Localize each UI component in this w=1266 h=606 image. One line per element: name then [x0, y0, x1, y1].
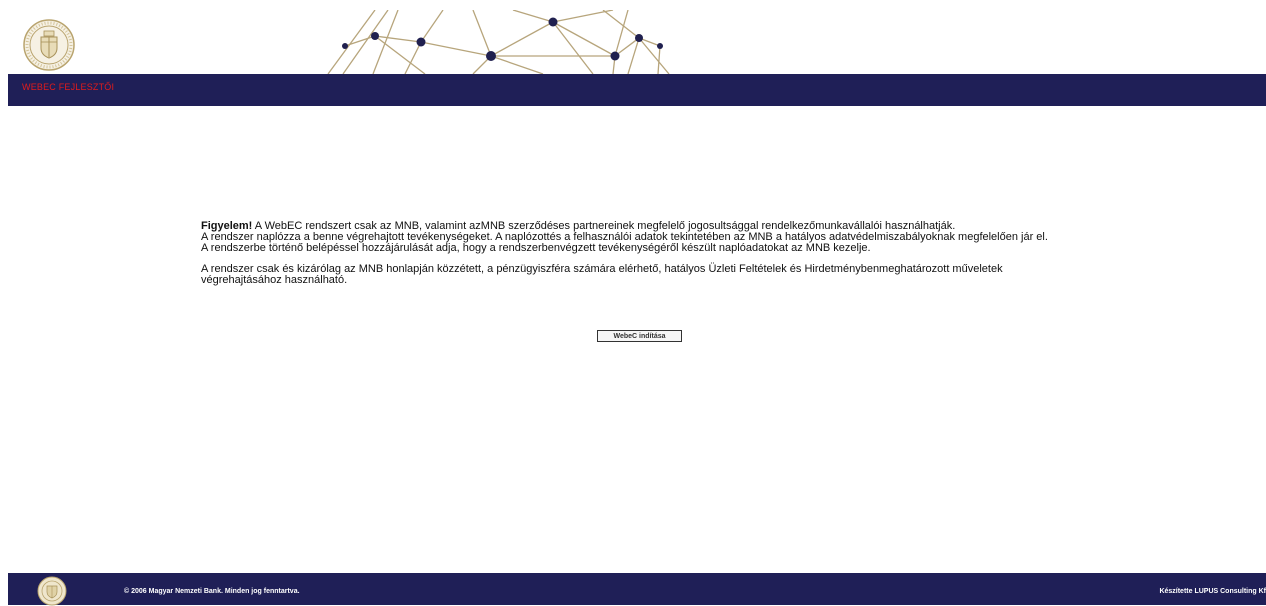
webec-launch-button[interactable]: WebeC indítása — [597, 330, 682, 342]
network-graph-icon — [327, 10, 670, 74]
footer: © 2006 Magyar Nemzeti Bank. Minden jog f… — [8, 573, 1266, 606]
notice-text: Figyelem! A WebEC rendszert csak az MNB,… — [201, 221, 1061, 286]
mnb-seal-icon — [37, 576, 67, 606]
nav-bar: WEBEC FEJLESZTŐI — [8, 74, 1266, 106]
notice-line-3: A rendszerbe történő belépéssel hozzájár… — [201, 242, 871, 254]
app-title: WEBEC FEJLESZTŐI — [22, 82, 115, 92]
mnb-seal-icon — [23, 19, 75, 71]
notice-line-4: A rendszer csak és kizárólag az MNB honl… — [201, 263, 1003, 286]
credit-text: Készítette LUPUS Consulting Kf — [1159, 588, 1266, 595]
copyright-text: © 2006 Magyar Nemzeti Bank. Minden jog f… — [124, 588, 300, 595]
header — [8, 10, 1266, 74]
